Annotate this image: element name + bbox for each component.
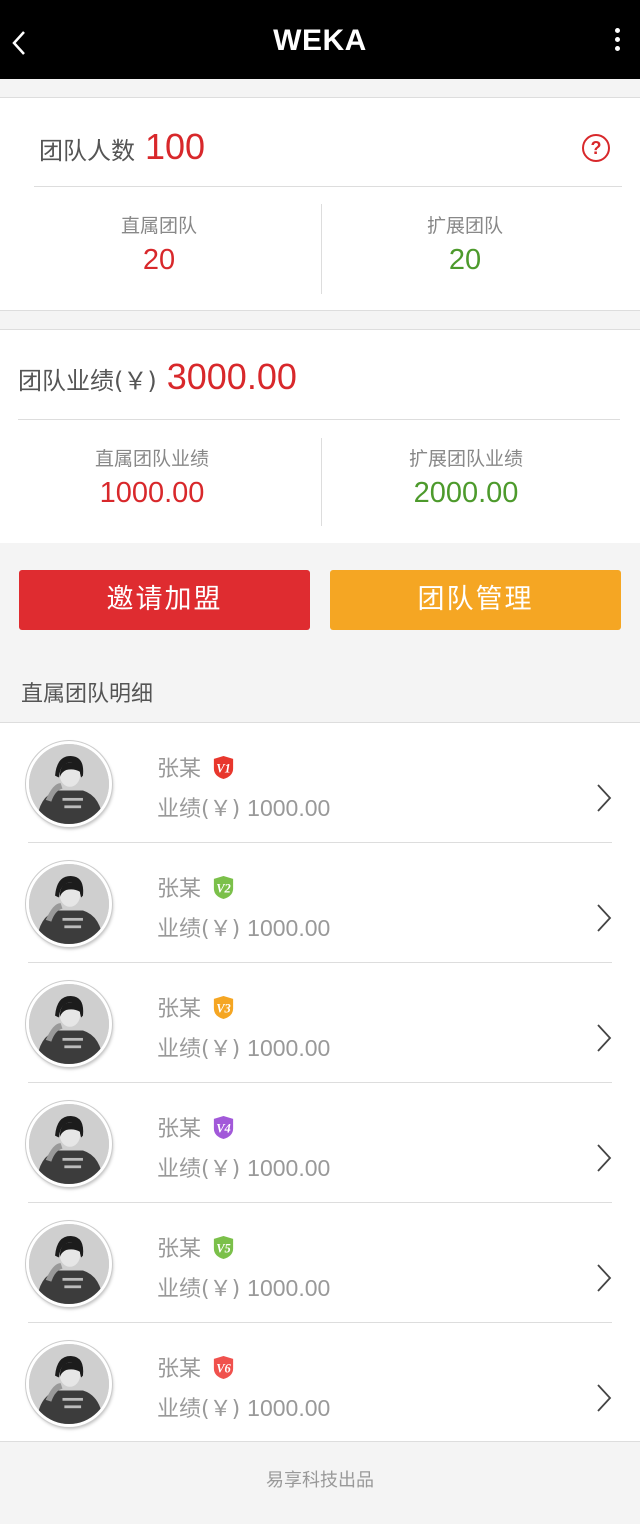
member-performance-label: 业绩(￥) — [157, 1037, 241, 1062]
level-badge-text: V5 — [216, 1241, 231, 1255]
member-performance-value: 1000.00 — [247, 795, 331, 821]
member-performance-label: 业绩(￥) — [157, 1397, 241, 1422]
extended-team-value: 20 — [448, 244, 482, 276]
more-vertical-icon[interactable] — [612, 28, 622, 54]
divider — [321, 204, 322, 294]
direct-performance-value: 1000.00 — [99, 477, 205, 509]
avatar-photo-icon — [29, 864, 109, 944]
team-count-label: 团队人数 — [39, 137, 135, 165]
team-performance-row: 团队业绩(￥) 3000.00 — [18, 356, 297, 398]
level-badge-text: V1 — [216, 761, 231, 775]
team-performance-value: 3000.00 — [166, 356, 297, 397]
member-performance-label: 业绩(￥) — [157, 1277, 241, 1302]
avatar-photo-icon — [29, 984, 109, 1064]
extended-performance-stat[interactable]: 扩展团队业绩 2000.00 — [346, 444, 586, 510]
level-badge-icon: V3 — [213, 995, 234, 1019]
extended-performance-label: 扩展团队业绩 — [408, 448, 523, 470]
member-performance-value: 1000.00 — [247, 915, 331, 941]
member-performance: 业绩(￥) 1000.00 — [157, 791, 330, 823]
chevron-right-icon[interactable] — [596, 1023, 612, 1053]
team-count-row: 团队人数 100 — [39, 126, 205, 168]
team-management-button[interactable]: 团队管理 — [330, 570, 621, 630]
member-performance-label: 业绩(￥) — [157, 1157, 241, 1182]
chevron-right-icon[interactable] — [596, 1143, 612, 1173]
extended-team-stat[interactable]: 扩展团队 20 — [345, 211, 585, 277]
member-list-item[interactable]: 张某 V2 业绩(￥) 1000.00 — [0, 843, 640, 963]
chevron-right-icon[interactable] — [596, 1383, 612, 1413]
level-badge-text: V3 — [216, 1001, 231, 1015]
top-navigation-bar: WEKA — [0, 0, 640, 79]
level-badge-icon: V2 — [213, 875, 234, 899]
member-list-item[interactable]: 张某 V4 业绩(￥) 1000.00 — [0, 1083, 640, 1203]
member-list-item[interactable]: 张某 V3 业绩(￥) 1000.00 — [0, 963, 640, 1083]
member-performance-value: 1000.00 — [247, 1035, 331, 1061]
divider — [18, 419, 620, 420]
member-performance-value: 1000.00 — [247, 1155, 331, 1181]
member-name: 张某 — [157, 877, 202, 902]
avatar-photo-icon — [29, 744, 109, 824]
team-performance-label: 团队业绩(￥) — [18, 367, 157, 395]
avatar — [26, 1341, 112, 1427]
direct-team-value: 20 — [142, 244, 176, 276]
chevron-right-icon[interactable] — [596, 903, 612, 933]
level-badge-text: V6 — [216, 1361, 231, 1375]
direct-performance-stat[interactable]: 直属团队业绩 1000.00 — [32, 444, 272, 510]
direct-team-stat[interactable]: 直属团队 20 — [39, 211, 279, 277]
member-name: 张某 — [157, 1237, 202, 1262]
member-name: 张某 — [157, 1117, 202, 1142]
member-name: 张某 — [157, 757, 202, 782]
member-name-row: 张某 V5 — [157, 1231, 236, 1263]
avatar — [26, 981, 112, 1067]
avatar-photo-icon — [29, 1224, 109, 1304]
question-circle-icon[interactable]: ? — [582, 134, 610, 162]
invite-join-button[interactable]: 邀请加盟 — [19, 570, 310, 630]
member-name: 张某 — [157, 997, 202, 1022]
member-performance: 业绩(￥) 1000.00 — [157, 1391, 330, 1423]
avatar — [26, 741, 112, 827]
member-performance: 业绩(￥) 1000.00 — [157, 1151, 330, 1183]
chevron-right-icon[interactable] — [596, 783, 612, 813]
member-performance-label: 业绩(￥) — [157, 797, 241, 822]
section-title: 直属团队明细 — [21, 682, 154, 707]
member-name-row: 张某 V2 — [157, 871, 236, 903]
level-badge-icon: V5 — [213, 1235, 234, 1259]
level-badge-icon: V4 — [213, 1115, 234, 1139]
member-name-row: 张某 V1 — [157, 751, 236, 783]
member-name-row: 张某 V6 — [157, 1351, 236, 1383]
member-performance: 业绩(￥) 1000.00 — [157, 1271, 330, 1303]
team-performance-card: 团队业绩(￥) 3000.00 直属团队业绩 1000.00 扩展团队业绩 20… — [0, 329, 640, 543]
level-badge-text: V2 — [216, 881, 231, 895]
member-list-item[interactable]: 张某 V6 业绩(￥) 1000.00 — [0, 1323, 640, 1443]
avatar-photo-icon — [29, 1104, 109, 1184]
level-badge-icon: V6 — [213, 1355, 234, 1379]
member-name-row: 张某 V4 — [157, 1111, 236, 1143]
member-performance-label: 业绩(￥) — [157, 917, 241, 942]
level-badge-text: V4 — [216, 1121, 231, 1135]
avatar — [26, 861, 112, 947]
direct-performance-label: 直属团队业绩 — [94, 448, 209, 470]
member-performance-value: 1000.00 — [247, 1275, 331, 1301]
team-count-value: 100 — [145, 126, 206, 167]
avatar-photo-icon — [29, 1344, 109, 1424]
divider — [34, 186, 622, 187]
page-title: WEKA — [273, 24, 367, 57]
footer-credit: 易享科技出品 — [0, 1441, 640, 1524]
avatar — [26, 1221, 112, 1307]
extended-team-label: 扩展团队 — [426, 215, 503, 237]
chevron-right-icon[interactable] — [596, 1263, 612, 1293]
member-performance-value: 1000.00 — [247, 1395, 331, 1421]
extended-performance-value: 2000.00 — [413, 477, 519, 509]
direct-team-label: 直属团队 — [120, 215, 197, 237]
member-name: 张某 — [157, 1357, 202, 1382]
member-name-row: 张某 V3 — [157, 991, 236, 1023]
member-list: 张某 V1 业绩(￥) 1000.00 张某 V2 业绩(￥) 1000.00 张某 V3 业绩… — [0, 722, 640, 1441]
member-performance: 业绩(￥) 1000.00 — [157, 1031, 330, 1063]
level-badge-icon: V1 — [213, 755, 234, 779]
member-list-item[interactable]: 张某 V1 业绩(￥) 1000.00 — [0, 723, 640, 843]
member-performance: 业绩(￥) 1000.00 — [157, 911, 330, 943]
member-list-item[interactable]: 张某 V5 业绩(￥) 1000.00 — [0, 1203, 640, 1323]
divider — [321, 438, 322, 526]
avatar — [26, 1101, 112, 1187]
team-count-card: 团队人数 100 ? 直属团队 20 扩展团队 20 — [0, 97, 640, 311]
